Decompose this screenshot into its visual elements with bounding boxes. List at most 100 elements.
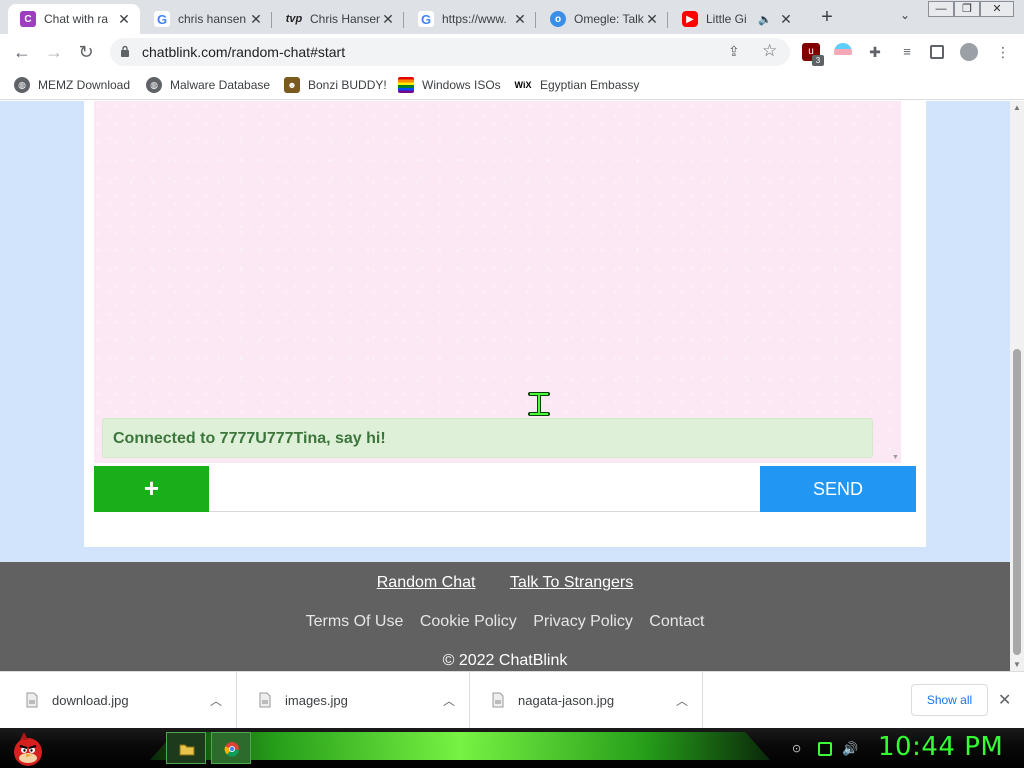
taskbar-clock[interactable]: 10:44 PM bbox=[878, 732, 1003, 762]
profile-avatar-icon[interactable] bbox=[960, 43, 978, 61]
taskbar-chrome[interactable] bbox=[211, 732, 251, 764]
angry-bird-start-button-icon[interactable] bbox=[6, 728, 50, 768]
bookmark-label: Windows ISOs bbox=[422, 78, 501, 92]
close-icon[interactable]: ✕ bbox=[380, 11, 396, 28]
close-icon[interactable]: ✕ bbox=[778, 11, 794, 28]
tab-search-chevron-icon[interactable]: ⌄ bbox=[896, 8, 914, 26]
minimize-button[interactable]: — bbox=[928, 1, 954, 17]
restore-button[interactable]: ❐ bbox=[954, 1, 980, 17]
page-scrollbar[interactable]: ▲ ▼ bbox=[1010, 101, 1024, 671]
text-cursor-icon bbox=[528, 392, 550, 416]
footer-link-cookie-policy[interactable]: Cookie Policy bbox=[420, 613, 517, 630]
bookmark-egyptian-embassy[interactable]: WiX Egyptian Embassy bbox=[514, 76, 640, 94]
tab-chris-hansen-search[interactable]: G chris hansen ✕ bbox=[142, 4, 272, 34]
footer-copyright: © 2022 ChatBlink bbox=[442, 652, 568, 669]
page-viewport: ▼ Connected to 7777U777Tina, say hi! + S… bbox=[0, 101, 1010, 671]
chat-log-scrollbar[interactable]: ▼ bbox=[891, 101, 901, 463]
bookmark-memz[interactable]: ◍ MEMZ Download bbox=[14, 76, 130, 94]
more-menu-icon[interactable]: ⋮ bbox=[994, 43, 1012, 61]
close-icon[interactable]: ✕ bbox=[116, 11, 132, 28]
chevron-up-icon[interactable]: ︿ bbox=[210, 692, 222, 709]
tray-chevron-icon[interactable]: ⊙ bbox=[792, 742, 806, 756]
show-all-downloads-button[interactable]: Show all bbox=[911, 684, 988, 716]
connection-status-message: Connected to 7777U777Tina, say hi! bbox=[102, 418, 873, 458]
taskbar-file-explorer[interactable] bbox=[166, 732, 206, 764]
close-icon[interactable]: ✕ bbox=[998, 690, 1011, 710]
bookmark-label: Malware Database bbox=[170, 78, 271, 92]
footer-link-terms[interactable]: Terms Of Use bbox=[306, 613, 404, 630]
footer-link-random-chat[interactable]: Random Chat bbox=[377, 574, 476, 591]
youtube-icon: ▶ bbox=[682, 11, 698, 27]
bookmark-star-icon[interactable]: ☆ bbox=[762, 41, 777, 61]
globe-icon: ◍ bbox=[14, 77, 30, 93]
tab-omegle[interactable]: o Omegle: Talk ✕ bbox=[538, 4, 668, 34]
image-file-icon bbox=[492, 692, 504, 708]
chrome-icon bbox=[224, 742, 239, 757]
tab-title: https://www. bbox=[442, 12, 507, 26]
volume-icon[interactable]: 🔊 bbox=[842, 742, 858, 756]
footer-link-talk-to-strangers[interactable]: Talk To Strangers bbox=[510, 574, 633, 591]
message-input-row: + SEND bbox=[94, 466, 916, 512]
tab-chris-hansen-tvp[interactable]: tvp Chris Hansen ✕ bbox=[274, 4, 404, 34]
bookmark-bonzi-buddy[interactable]: ☻ Bonzi BUDDY! bbox=[284, 76, 387, 94]
chatblink-c-icon: C bbox=[20, 11, 36, 27]
add-attachment-button[interactable]: + bbox=[94, 466, 209, 512]
chevron-up-icon[interactable]: ︿ bbox=[676, 692, 688, 709]
bookmark-label: MEMZ Download bbox=[38, 78, 131, 92]
message-input[interactable] bbox=[209, 466, 760, 512]
close-icon[interactable]: ✕ bbox=[512, 11, 528, 28]
chat-log[interactable]: ▼ Connected to 7777U777Tina, say hi! bbox=[94, 101, 901, 463]
browser-toolbar: ← → ↻ chatblink.com/random-chat#start ⇪ … bbox=[0, 34, 1024, 70]
send-button[interactable]: SEND bbox=[760, 466, 916, 512]
scroll-up-arrow-icon[interactable]: ▲ bbox=[1012, 103, 1022, 112]
new-tab-button[interactable]: + bbox=[815, 6, 839, 30]
bookmarks-bar: ◍ MEMZ Download ◍ Malware Database ☻ Bon… bbox=[0, 70, 1024, 100]
address-bar[interactable]: chatblink.com/random-chat#start ⇪ ☆ bbox=[110, 38, 790, 66]
bookmark-windows-isos[interactable]: Windows ISOs bbox=[398, 76, 501, 94]
extensions-puzzle-icon[interactable]: ✚ bbox=[866, 43, 884, 61]
footer-secondary-links: Terms Of Use Cookie Policy Privacy Polic… bbox=[0, 613, 1010, 631]
url-text[interactable]: chatblink.com/random-chat#start bbox=[142, 44, 345, 60]
flag-extension-icon[interactable] bbox=[834, 43, 852, 61]
google-icon: G bbox=[418, 11, 434, 27]
footer-link-privacy-policy[interactable]: Privacy Policy bbox=[533, 613, 633, 630]
windows-flag-icon bbox=[398, 77, 414, 93]
footer-link-contact[interactable]: Contact bbox=[649, 613, 704, 630]
close-icon[interactable]: ✕ bbox=[644, 11, 660, 28]
chevron-up-icon[interactable]: ︿ bbox=[443, 692, 455, 709]
download-item[interactable]: images.jpg ︿ bbox=[237, 672, 470, 729]
forward-icon[interactable]: → bbox=[42, 40, 66, 64]
download-filename: nagata-jason.jpg bbox=[518, 693, 615, 708]
download-shelf: download.jpg ︿ images.jpg ︿ nagata-jason… bbox=[0, 671, 1024, 729]
bookmark-label: Egyptian Embassy bbox=[540, 78, 640, 92]
tab-strip: C Chat with ra ✕ G chris hansen ✕ tvp Ch… bbox=[0, 0, 1024, 34]
google-icon: G bbox=[154, 11, 170, 27]
tab-title: Little Gi bbox=[706, 12, 747, 26]
media-control-icon[interactable]: ≡ bbox=[898, 43, 916, 61]
share-icon[interactable]: ⇪ bbox=[728, 43, 740, 60]
bookmark-malware-database[interactable]: ◍ Malware Database bbox=[146, 76, 270, 94]
close-icon[interactable]: ✕ bbox=[248, 11, 264, 28]
omegle-icon: o bbox=[550, 11, 566, 27]
tab-title: chris hansen bbox=[178, 12, 247, 26]
reload-icon[interactable]: ↻ bbox=[74, 40, 98, 64]
scroll-down-arrow-icon[interactable]: ▼ bbox=[892, 454, 899, 461]
image-file-icon bbox=[26, 692, 38, 708]
network-icon[interactable] bbox=[818, 742, 832, 756]
side-panel-icon[interactable] bbox=[930, 45, 944, 59]
download-item[interactable]: download.jpg ︿ bbox=[4, 672, 237, 729]
lock-icon[interactable] bbox=[120, 45, 130, 57]
scrollbar-thumb[interactable] bbox=[1013, 349, 1021, 655]
scroll-down-arrow-icon[interactable]: ▼ bbox=[1012, 660, 1022, 669]
close-window-button[interactable]: ✕ bbox=[980, 1, 1014, 17]
bonzi-icon: ☻ bbox=[284, 77, 300, 93]
extension-badge: 3 bbox=[812, 55, 824, 66]
image-file-icon bbox=[259, 692, 271, 708]
download-item[interactable]: nagata-jason.jpg ︿ bbox=[470, 672, 703, 729]
speaker-icon[interactable]: 🔈 bbox=[758, 13, 772, 26]
tab-chat-with-random[interactable]: C Chat with ra ✕ bbox=[8, 4, 140, 34]
tab-youtube[interactable]: ▶ Little Gi 🔈 ✕ bbox=[670, 4, 802, 34]
back-icon[interactable]: ← bbox=[10, 40, 34, 64]
tab-title: Chat with ra bbox=[44, 12, 109, 26]
tab-https-www[interactable]: G https://www. ✕ bbox=[406, 4, 536, 34]
